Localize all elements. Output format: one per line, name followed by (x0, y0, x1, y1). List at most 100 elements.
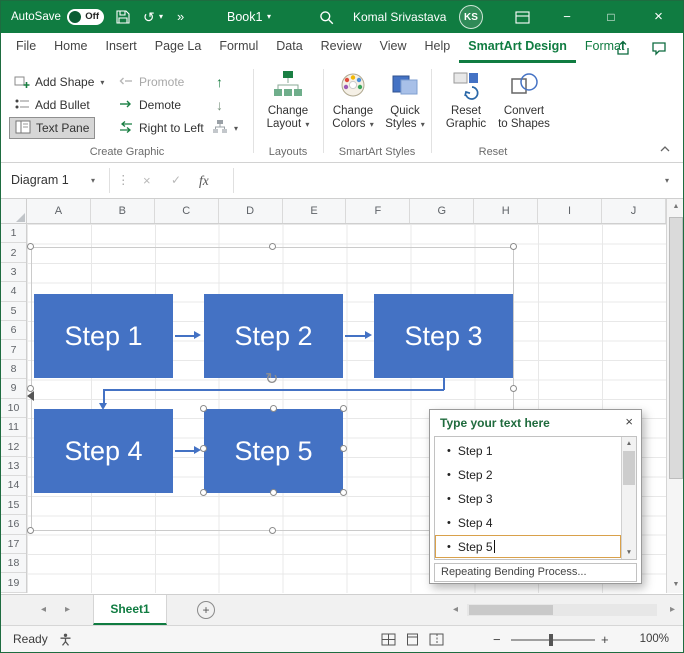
workbook-title[interactable]: Book1 (227, 1, 262, 33)
row-header[interactable]: 9 (1, 379, 26, 399)
zoom-out-button[interactable]: − (493, 626, 501, 652)
text-pane-button[interactable]: Text Pane (9, 117, 96, 139)
hscroll-right-icon[interactable]: ▸ (670, 595, 675, 625)
user-name[interactable]: Komal Srivastava (353, 1, 446, 33)
selection-handle[interactable] (269, 527, 276, 534)
org-layout-button[interactable]: ▾ (207, 117, 243, 139)
search-icon[interactable] (319, 10, 334, 25)
demote-button[interactable]: Demote (113, 94, 186, 116)
column-header-a[interactable]: A (27, 199, 91, 223)
change-layout-button[interactable]: Change Layout ▾ (257, 67, 319, 131)
shape-handle[interactable] (200, 489, 207, 496)
selection-handle[interactable] (269, 243, 276, 250)
page-break-view-icon[interactable] (429, 633, 444, 646)
sheet-tab-sheet1[interactable]: Sheet1 (93, 595, 167, 625)
text-pane-item-editing[interactable]: • Step 5 (435, 535, 621, 558)
rotate-handle[interactable]: ↻ (265, 372, 278, 388)
smartart-shape-step-1[interactable]: Step 1 (34, 294, 173, 378)
quick-access-more-icon[interactable]: » (177, 1, 184, 33)
column-header-h[interactable]: H (474, 199, 539, 223)
normal-view-icon[interactable] (381, 633, 396, 646)
undo-icon[interactable]: ↺ (143, 1, 155, 33)
row-header[interactable]: 7 (1, 340, 26, 360)
row-header[interactable]: 13 (1, 457, 26, 477)
enter-formula-icon[interactable]: ✓ (171, 163, 181, 198)
row-header[interactable]: 18 (1, 554, 26, 574)
column-header-d[interactable]: D (219, 199, 283, 223)
move-up-button[interactable]: ↑ (211, 71, 228, 93)
zoom-in-button[interactable]: + (601, 626, 609, 652)
selection-handle[interactable] (27, 527, 34, 534)
tab-formulas[interactable]: Formul (210, 33, 267, 63)
shape-handle[interactable] (200, 445, 207, 452)
add-shape-button[interactable]: Add Shape ▾ (9, 71, 109, 93)
text-pane-item[interactable]: • Step 1 (435, 439, 621, 463)
workbook-caret-icon[interactable]: ▾ (267, 1, 271, 33)
cell-grid[interactable]: Step 1 Step 2 Step 3 Step 4 Step 5 ↻ Typ… (27, 224, 666, 593)
tab-smartart-design[interactable]: SmartArt Design (459, 33, 576, 63)
shape-handle[interactable] (340, 445, 347, 452)
row-header[interactable]: 4 (1, 282, 26, 302)
scroll-up-icon[interactable]: ▲ (622, 437, 636, 450)
right-to-left-button[interactable]: Right to Left (113, 117, 209, 139)
reset-graphic-button[interactable]: Reset Graphic (439, 67, 493, 131)
tab-data[interactable]: Data (267, 33, 311, 63)
close-button[interactable]: × (633, 1, 683, 33)
shape-handle[interactable] (340, 489, 347, 496)
horizontal-scrollbar[interactable] (467, 604, 657, 616)
minimize-button[interactable]: − (545, 1, 589, 33)
zoom-slider-thumb[interactable] (549, 634, 553, 646)
column-header-j[interactable]: J (602, 199, 666, 223)
row-header[interactable]: 16 (1, 515, 26, 535)
autosave-toggle[interactable]: Off (67, 9, 104, 25)
tab-home[interactable]: Home (45, 33, 96, 63)
vertical-scrollbar[interactable]: ▲ ▼ (666, 199, 683, 593)
column-header-e[interactable]: E (283, 199, 347, 223)
column-header-c[interactable]: C (155, 199, 219, 223)
insert-function-button[interactable]: fx (199, 163, 209, 198)
text-pane-item[interactable]: • Step 2 (435, 463, 621, 487)
vertical-scroll-thumb[interactable] (669, 217, 683, 479)
comment-icon[interactable] (651, 40, 667, 56)
text-pane-toggle-icon[interactable] (27, 391, 34, 401)
row-header[interactable]: 6 (1, 321, 26, 341)
column-header-g[interactable]: G (410, 199, 475, 223)
row-header[interactable]: 10 (1, 399, 26, 419)
hscroll-left-icon[interactable]: ◂ (453, 595, 458, 625)
name-box-caret-icon[interactable]: ▾ (91, 163, 95, 198)
ribbon-display-options-icon[interactable] (515, 10, 530, 25)
smartart-shape-step-2[interactable]: Step 2 (204, 294, 343, 378)
move-down-button[interactable]: ↓ (211, 94, 228, 116)
smartart-shape-step-3[interactable]: Step 3 (374, 294, 513, 378)
text-pane-item[interactable]: • Step 4 (435, 511, 621, 535)
smartart-shape-step-5[interactable]: Step 5 (204, 409, 343, 493)
convert-to-shapes-button[interactable]: Convert to Shapes (495, 67, 553, 131)
zoom-level[interactable]: 100% (623, 626, 669, 652)
column-header-i[interactable]: I (538, 199, 603, 223)
row-header[interactable]: 8 (1, 360, 26, 380)
undo-caret-icon[interactable]: ▾ (159, 1, 163, 33)
selection-handle[interactable] (510, 243, 517, 250)
shape-handle[interactable] (270, 489, 277, 496)
expand-formula-bar-icon[interactable]: ▾ (665, 163, 669, 198)
scroll-up-icon[interactable]: ▲ (667, 199, 683, 215)
save-icon[interactable] (115, 9, 131, 25)
change-colors-button[interactable]: Change Colors ▾ (327, 67, 379, 131)
promote-button[interactable]: Promote (113, 71, 189, 93)
tab-insert[interactable]: Insert (97, 33, 146, 63)
sheet-nav-right-icon[interactable]: ▸ (65, 595, 70, 625)
tab-file[interactable]: File (7, 33, 45, 63)
row-header[interactable]: 11 (1, 418, 26, 438)
add-sheet-button[interactable]: + (197, 601, 215, 619)
selection-handle[interactable] (27, 243, 34, 250)
column-header-f[interactable]: F (346, 199, 411, 223)
scroll-thumb[interactable] (623, 451, 635, 485)
row-header[interactable]: 12 (1, 437, 26, 457)
select-all-corner[interactable] (1, 199, 27, 224)
tab-review[interactable]: Review (312, 33, 371, 63)
text-pane-item[interactable]: • Step 3 (435, 487, 621, 511)
collapse-ribbon-icon[interactable] (659, 145, 671, 153)
row-header[interactable]: 2 (1, 243, 26, 263)
row-header[interactable]: 1 (1, 224, 26, 244)
shape-handle[interactable] (270, 405, 277, 412)
